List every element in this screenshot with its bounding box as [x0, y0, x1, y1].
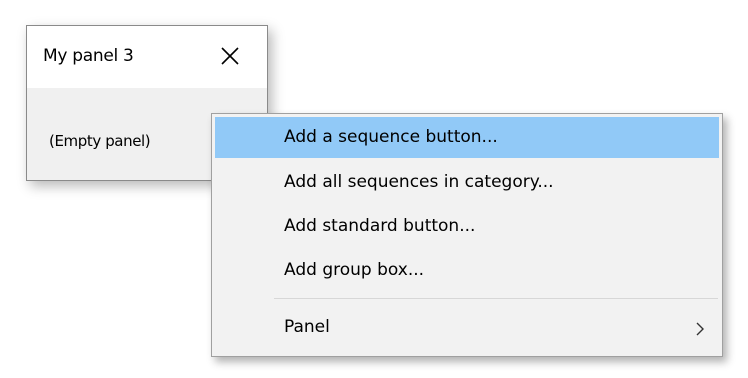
- menu-separator: [274, 298, 718, 299]
- chevron-right-icon: [695, 321, 705, 336]
- menu-item-label: Add group box...: [284, 260, 425, 280]
- menu-item-panel[interactable]: Panel: [215, 307, 719, 348]
- panel-title: My panel 3: [43, 46, 134, 66]
- menu-item-add-group-box[interactable]: Add group box...: [215, 250, 719, 291]
- context-menu: Add a sequence button... Add all sequenc…: [211, 113, 723, 357]
- menu-item-label: Add a sequence button...: [284, 127, 498, 147]
- menu-item-add-all-sequences[interactable]: Add all sequences in category...: [215, 162, 719, 203]
- menu-item-add-sequence-button[interactable]: Add a sequence button...: [215, 117, 719, 158]
- menu-item-label: Add all sequences in category...: [284, 172, 554, 192]
- menu-item-label: Add standard button...: [284, 216, 476, 236]
- close-icon[interactable]: [215, 41, 245, 71]
- empty-panel-label: (Empty panel): [49, 132, 151, 150]
- desktop-area: My panel 3 (Empty panel) Add a sequence …: [0, 0, 748, 378]
- menu-item-label: Panel: [284, 317, 330, 337]
- panel-title-bar[interactable]: My panel 3: [27, 26, 267, 88]
- menu-item-add-standard-button[interactable]: Add standard button...: [215, 206, 719, 247]
